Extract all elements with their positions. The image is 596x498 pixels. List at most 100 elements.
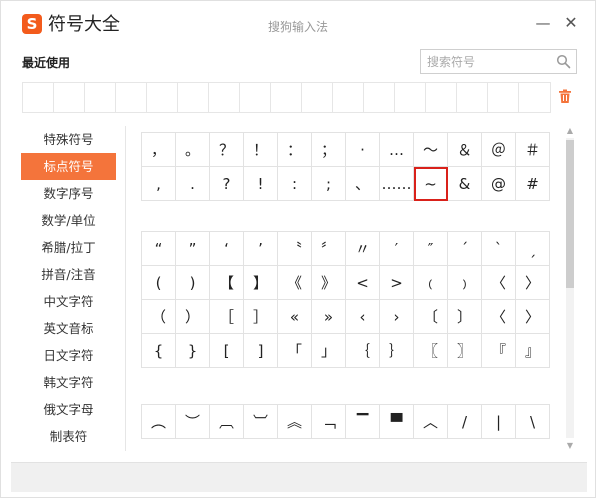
symbol-cell[interactable]: …	[380, 133, 414, 167]
symbol-cell[interactable]: :	[278, 167, 312, 201]
category-item[interactable]: 英文音标	[21, 315, 116, 342]
symbol-cell[interactable]: 【	[210, 266, 244, 300]
recent-slot[interactable]	[271, 83, 302, 112]
symbol-cell[interactable]: ,	[142, 167, 176, 201]
symbol-cell[interactable]: ］	[244, 300, 278, 334]
symbol-cell[interactable]: (	[142, 266, 176, 300]
category-item[interactable]: 日文字符	[21, 342, 116, 369]
symbol-cell[interactable]: @	[482, 167, 516, 201]
symbol-cell[interactable]: 〞	[312, 232, 346, 266]
symbol-cell[interactable]: ︺	[244, 405, 278, 439]
symbol-cell[interactable]: ‹	[346, 300, 380, 334]
recent-slot[interactable]	[147, 83, 178, 112]
recent-slot[interactable]	[488, 83, 519, 112]
symbol-cell[interactable]: 『	[482, 334, 516, 368]
symbol-cell[interactable]: ︶	[176, 405, 210, 439]
symbol-cell[interactable]: ；	[312, 133, 346, 167]
search-input[interactable]	[427, 53, 552, 70]
symbol-cell[interactable]: 〉	[516, 300, 550, 334]
symbol-cell[interactable]: \	[516, 405, 550, 439]
symbol-cell[interactable]: ;	[312, 167, 346, 201]
symbol-cell[interactable]: ︿	[414, 405, 448, 439]
symbol-cell[interactable]: &	[448, 167, 482, 201]
symbol-cell[interactable]: ｛	[346, 334, 380, 368]
symbol-cell[interactable]: ·	[346, 133, 380, 167]
recent-slot[interactable]	[395, 83, 426, 112]
symbol-cell[interactable]: }	[176, 334, 210, 368]
symbol-cell[interactable]: ︽	[278, 405, 312, 439]
recent-slot[interactable]	[23, 83, 54, 112]
minimize-button[interactable]: —	[534, 14, 552, 32]
search-icon[interactable]	[556, 54, 571, 69]
symbol-cell[interactable]: 。	[176, 133, 210, 167]
symbol-cell[interactable]: ’	[244, 232, 278, 266]
category-item[interactable]: 韩文字符	[21, 369, 116, 396]
scroll-up-arrow-icon[interactable]: ▲	[564, 126, 576, 136]
symbol-cell[interactable]: 】	[244, 266, 278, 300]
symbol-cell[interactable]: 〝	[278, 232, 312, 266]
symbol-cell[interactable]: ［	[210, 300, 244, 334]
symbol-cell[interactable]: ？	[210, 133, 244, 167]
symbol-cell[interactable]: ～	[414, 133, 448, 167]
category-item[interactable]: 中文字符	[21, 288, 116, 315]
symbol-cell[interactable]: 」	[312, 334, 346, 368]
symbol-cell[interactable]: 〔	[414, 300, 448, 334]
scroll-down-arrow-icon[interactable]: ▼	[564, 441, 576, 451]
trash-icon[interactable]	[558, 89, 572, 104]
recent-slot[interactable]	[457, 83, 488, 112]
symbol-cell[interactable]: ﹚	[448, 266, 482, 300]
category-item[interactable]: 数学/单位	[21, 207, 116, 234]
symbol-cell[interactable]: [	[210, 334, 244, 368]
symbol-cell[interactable]: ”	[176, 232, 210, 266]
symbol-cell[interactable]: 、	[346, 167, 380, 201]
symbol-cell[interactable]: ……	[380, 167, 414, 201]
symbol-cell[interactable]: ]	[244, 334, 278, 368]
category-item[interactable]: 特殊符号	[21, 126, 116, 153]
symbol-cell[interactable]: >	[380, 266, 414, 300]
symbol-cell[interactable]: !	[244, 167, 278, 201]
symbol-cell[interactable]: “	[142, 232, 176, 266]
symbol-cell[interactable]: ˋ	[482, 232, 516, 266]
symbol-cell[interactable]: ｝	[380, 334, 414, 368]
symbol-cell[interactable]: ˊ	[448, 232, 482, 266]
recent-slot[interactable]	[302, 83, 333, 112]
close-button[interactable]: ✕	[562, 14, 580, 32]
category-item[interactable]: 标点符号	[21, 153, 116, 180]
symbol-cell[interactable]: ︹	[210, 405, 244, 439]
category-item[interactable]: 俄文字母	[21, 396, 116, 423]
symbol-cell[interactable]: <	[346, 266, 380, 300]
recent-slot[interactable]	[333, 83, 364, 112]
symbol-cell[interactable]: 「	[278, 334, 312, 368]
symbol-cell[interactable]: ?	[210, 167, 244, 201]
recent-slot[interactable]	[178, 83, 209, 112]
symbol-cell[interactable]: {	[142, 334, 176, 368]
symbol-cell[interactable]: 〈	[482, 300, 516, 334]
recent-slot[interactable]	[364, 83, 395, 112]
symbol-cell[interactable]: /	[448, 405, 482, 439]
symbol-cell[interactable]: 〕	[448, 300, 482, 334]
category-item[interactable]: 制表符	[21, 423, 116, 450]
symbol-cell[interactable]: |	[482, 405, 516, 439]
symbol-cell[interactable]: ′	[380, 232, 414, 266]
recent-slot[interactable]	[519, 83, 550, 112]
recent-slot[interactable]	[240, 83, 271, 112]
symbol-cell[interactable]: ~	[414, 167, 448, 201]
search-box[interactable]	[420, 49, 577, 74]
symbol-cell[interactable]: ！	[244, 133, 278, 167]
symbol-cell[interactable]: ▔	[346, 405, 380, 439]
symbol-cell[interactable]: 〉	[516, 266, 550, 300]
symbol-cell[interactable]: )	[176, 266, 210, 300]
symbol-cell[interactable]: »	[312, 300, 346, 334]
recent-slot[interactable]	[209, 83, 240, 112]
symbol-cell[interactable]: ▀	[380, 405, 414, 439]
symbol-cell[interactable]: 〈	[482, 266, 516, 300]
symbol-cell[interactable]: «	[278, 300, 312, 334]
symbol-cell[interactable]: ‘	[210, 232, 244, 266]
symbol-cell[interactable]: 》	[312, 266, 346, 300]
symbol-cell[interactable]: ﹁	[312, 405, 346, 439]
symbol-cell[interactable]: ，	[142, 133, 176, 167]
scroll-thumb[interactable]	[566, 140, 574, 288]
symbol-cell[interactable]: ﹙	[414, 266, 448, 300]
vertical-scrollbar[interactable]: ▲ ▼	[564, 126, 576, 451]
symbol-cell[interactable]: 〃	[346, 232, 380, 266]
